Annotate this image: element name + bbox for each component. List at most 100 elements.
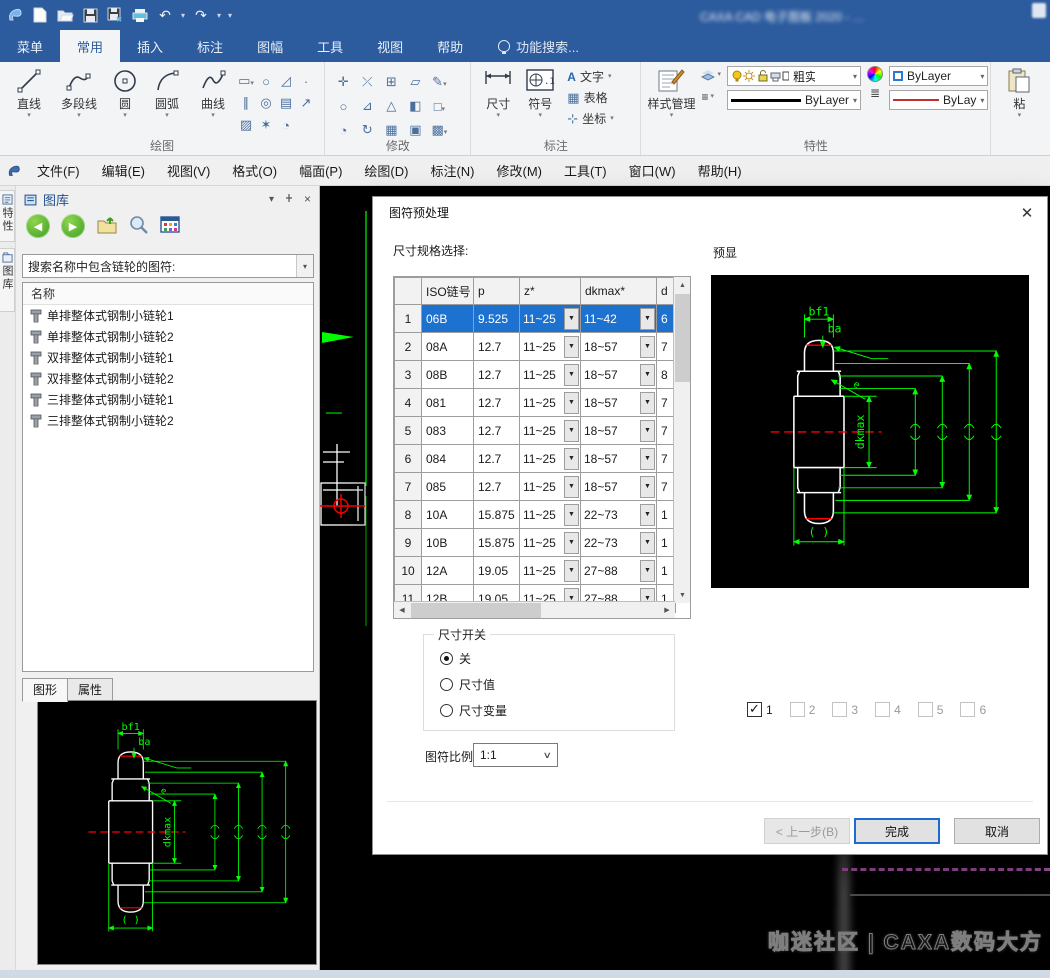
- dropdown-button[interactable]: ▼: [640, 364, 655, 386]
- back-button[interactable]: < 上一步(B): [764, 818, 850, 844]
- rectangle-icon[interactable]: ▭▾: [238, 73, 254, 89]
- preview-checkbox[interactable]: 1: [747, 702, 773, 717]
- table-row[interactable]: 6 084 12.7 11~25▼ 18~57▼ 7: [395, 445, 676, 473]
- point-icon[interactable]: ·: [304, 74, 308, 89]
- scroll-up-icon[interactable]: ▲: [674, 277, 691, 293]
- close-icon[interactable]: ✕: [1017, 203, 1037, 223]
- tab-graphic[interactable]: 图形: [22, 678, 68, 702]
- new-file-icon[interactable]: [31, 6, 49, 24]
- dropdown-button[interactable]: ▼: [564, 448, 579, 470]
- folder-up-icon[interactable]: [96, 215, 118, 238]
- preview-checkbox[interactable]: 4: [875, 702, 901, 717]
- scroll-right-icon[interactable]: ▶: [659, 602, 675, 618]
- dimension-tool[interactable]: 尺寸▾: [477, 66, 519, 119]
- ribbon-tab[interactable]: 工具: [300, 30, 360, 62]
- horizontal-scrollbar[interactable]: ◀ ▶: [394, 601, 675, 618]
- scroll-down-icon[interactable]: ▼: [674, 587, 691, 603]
- function-search[interactable]: 功能搜索...: [498, 30, 579, 62]
- dropdown-button[interactable]: ▼: [640, 420, 655, 442]
- save-as-icon[interactable]: [106, 6, 124, 24]
- table-row[interactable]: 3 08B 12.7 11~25▼ 18~57▼ 8: [395, 361, 676, 389]
- table-tool[interactable]: ▦表格: [567, 87, 613, 108]
- undo-icon[interactable]: ↶: [156, 6, 174, 24]
- arc-tool[interactable]: 圆弧▾: [144, 66, 190, 119]
- text-tool[interactable]: A文字▾: [567, 66, 613, 87]
- coordinate-tool[interactable]: ⊹坐标▾: [567, 108, 613, 129]
- symbol-tool[interactable]: .1 符号▾: [519, 66, 561, 119]
- layer-tool-icon[interactable]: ▾: [701, 66, 721, 84]
- preview-checkbox[interactable]: 6: [960, 702, 986, 717]
- stretch-icon[interactable]: ▱: [410, 74, 420, 90]
- move-icon[interactable]: ✛: [338, 74, 349, 90]
- tab-attributes[interactable]: 属性: [67, 678, 113, 702]
- dropdown-button[interactable]: ▼: [640, 476, 655, 498]
- offset-icon[interactable]: ○: [339, 99, 347, 114]
- undo-dropdown-icon[interactable]: ▾: [181, 11, 185, 20]
- block-icon[interactable]: ▤: [280, 95, 292, 111]
- table-row[interactable]: 1 06B 9.525 11~25▼ 11~42▼ 6: [395, 305, 676, 333]
- ribbon-tab[interactable]: 常用: [60, 30, 120, 62]
- list-item[interactable]: 双排整体式钢制小链轮1: [23, 347, 313, 368]
- qat-customize-icon[interactable]: ▾: [228, 11, 232, 20]
- dropdown-button[interactable]: ▼: [640, 532, 655, 554]
- scale-icon[interactable]: ◔: [339, 123, 347, 138]
- dropdown-button[interactable]: ▼: [564, 308, 579, 330]
- save-icon[interactable]: [81, 6, 99, 24]
- layer-state-combo[interactable]: 粗实 ▾: [727, 66, 861, 86]
- panel-menu-icon[interactable]: ▾: [269, 194, 274, 205]
- menu-item[interactable]: 修改(M): [486, 161, 554, 180]
- menu-item[interactable]: 绘图(D): [353, 161, 419, 180]
- linetype-combo[interactable]: ByLay ▾: [889, 90, 988, 110]
- ribbon-tab[interactable]: 帮助: [420, 30, 480, 62]
- lineweight-icon[interactable]: ≣: [870, 86, 880, 100]
- edit-icon[interactable]: ✎▾: [432, 74, 446, 90]
- mirror-icon[interactable]: △: [386, 98, 396, 114]
- paste-button[interactable]: 粘▾: [997, 66, 1041, 119]
- side-tab-library[interactable]: 图库: [0, 248, 15, 312]
- rotate-icon[interactable]: ↻: [362, 122, 373, 138]
- fill-icon[interactable]: ▩▾: [431, 122, 447, 138]
- cancel-button[interactable]: 取消: [954, 818, 1040, 844]
- finish-button[interactable]: 完成: [854, 818, 940, 844]
- list-item[interactable]: 单排整体式钢制小链轮1: [23, 305, 313, 326]
- polyline-tool[interactable]: 多段线▾: [52, 66, 106, 119]
- dropdown-button[interactable]: ▼: [640, 336, 655, 358]
- arrow-icon[interactable]: ↗: [301, 95, 312, 111]
- scrollbar-thumb[interactable]: [411, 603, 541, 618]
- close-icon[interactable]: ×: [304, 192, 311, 206]
- linetype-tool-icon[interactable]: ≡▾: [701, 88, 721, 106]
- redo-dropdown-icon[interactable]: ▾: [217, 11, 221, 20]
- line-tool[interactable]: 直线▾: [6, 66, 52, 119]
- dropdown-button[interactable]: ▼: [640, 448, 655, 470]
- list-item[interactable]: 三排整体式钢制小链轮1: [23, 389, 313, 410]
- ellipse-icon[interactable]: ○: [262, 74, 270, 89]
- color-combo[interactable]: ByLayer ▾: [889, 66, 988, 86]
- scroll-left-icon[interactable]: ◀: [394, 602, 410, 618]
- corner-icon[interactable]: ◧: [409, 98, 421, 114]
- forward-button[interactable]: ▶: [61, 214, 85, 238]
- dim-switch-radio[interactable]: 尺寸变量: [440, 697, 674, 723]
- table-row[interactable]: 4 081 12.7 11~25▼ 18~57▼ 7: [395, 389, 676, 417]
- dropdown-button[interactable]: ▼: [640, 560, 655, 582]
- grid-view-icon[interactable]: [160, 216, 180, 236]
- redo-icon[interactable]: ↷: [192, 6, 210, 24]
- 3d-icon[interactable]: ▦: [385, 122, 397, 138]
- table-row[interactable]: 7 085 12.7 11~25▼ 18~57▼ 7: [395, 473, 676, 501]
- table-row[interactable]: 9 10B 15.875 11~25▼ 22~73▼ 1: [395, 529, 676, 557]
- menu-item[interactable]: 帮助(H): [687, 161, 753, 180]
- dropdown-button[interactable]: ▼: [564, 560, 579, 582]
- side-tab-properties[interactable]: 特性: [0, 190, 15, 242]
- frame-icon[interactable]: □▾: [434, 99, 445, 114]
- pin-icon[interactable]: [284, 193, 294, 206]
- dropdown-button[interactable]: ▾: [296, 255, 313, 277]
- table-row[interactable]: 2 08A 12.7 11~25▼ 18~57▼ 7: [395, 333, 676, 361]
- menu-item[interactable]: 窗口(W): [618, 161, 687, 180]
- table-row[interactable]: 10 12A 19.05 11~25▼ 27~88▼ 1: [395, 557, 676, 585]
- dropdown-button[interactable]: ▼: [640, 392, 655, 414]
- preview-checkbox[interactable]: 2: [790, 702, 816, 717]
- scale-combo[interactable]: 1:1 ∨: [473, 743, 558, 767]
- extend-icon[interactable]: ⊿: [362, 98, 373, 114]
- ribbon-tab[interactable]: 菜单: [0, 30, 60, 62]
- dropdown-button[interactable]: ▼: [564, 504, 579, 526]
- menu-item[interactable]: 幅面(P): [288, 161, 353, 180]
